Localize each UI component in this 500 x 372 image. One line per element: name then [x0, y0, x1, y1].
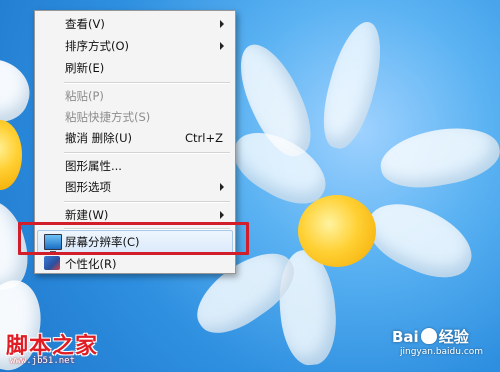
flower-petal [0, 49, 39, 131]
menu-item-label: 新建(W) [65, 208, 109, 222]
menu-item-label: 刷新(E) [65, 61, 105, 75]
menu-item-refresh[interactable]: 刷新(E) [38, 57, 232, 79]
menu-item-undo-delete[interactable]: 撤消 删除(U) Ctrl+Z [38, 127, 232, 149]
menu-item-paste-shortcut: 粘贴快捷方式(S) [38, 106, 232, 128]
flower-center [298, 195, 376, 267]
watermark-jb51-url: www.jb51.net [10, 356, 76, 366]
menu-separator [64, 152, 230, 154]
watermark-baidu-jingyan: Bai 经验 [392, 326, 469, 347]
menu-item-view[interactable]: 查看(V) [38, 13, 232, 35]
submenu-arrow-icon [220, 42, 224, 50]
menu-item-personalize[interactable]: 个性化(R) [38, 253, 232, 275]
menu-item-label: 个性化(R) [65, 257, 117, 271]
personalize-icon [44, 256, 60, 270]
jingyan-brand-text: 经验 [438, 328, 469, 346]
menu-item-label: 排序方式(O) [65, 39, 130, 53]
menu-item-paste: 粘贴(P) [38, 85, 232, 107]
menu-item-graphics-options[interactable]: 图形选项 [38, 176, 232, 198]
menu-item-label: 查看(V) [65, 17, 105, 31]
submenu-arrow-icon [220, 20, 224, 28]
submenu-arrow-icon [220, 183, 224, 191]
menu-item-sort-by[interactable]: 排序方式(O) [38, 35, 232, 57]
red-highlight-annotation [18, 222, 249, 255]
menu-separator [64, 201, 230, 203]
menu-item-label: 撤消 删除(U) [65, 131, 133, 145]
flower-center [0, 120, 22, 190]
menu-item-label: 图形选项 [65, 180, 111, 194]
flower-petal [313, 16, 392, 154]
menu-separator [64, 82, 230, 84]
menu-item-graphics-properties[interactable]: 图形属性... [38, 155, 232, 177]
baidu-paw-icon [420, 328, 437, 344]
submenu-arrow-icon [220, 211, 224, 219]
flower-petal [357, 189, 483, 291]
desktop-background[interactable]: 查看(V) 排序方式(O) 刷新(E) 粘贴(P) 粘贴快捷方式(S) 撤消 删… [0, 0, 500, 372]
baidu-brand-text: Bai [392, 328, 419, 346]
watermark-baidu-url: jingyan.baidu.com [400, 347, 484, 357]
menu-item-shortcut: Ctrl+Z [185, 131, 223, 145]
menu-item-label: 粘贴(P) [65, 89, 104, 103]
menu-item-label: 粘贴快捷方式(S) [65, 110, 151, 124]
flower-petal [376, 119, 500, 196]
menu-item-label: 图形属性... [65, 159, 122, 173]
